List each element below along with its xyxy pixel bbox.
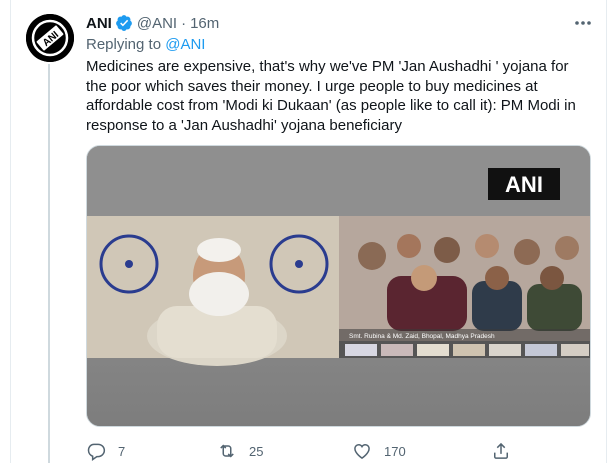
replying-to-line: Replying to @ANI bbox=[86, 36, 205, 53]
tweet-text: Medicines are expensive, that's why we'v… bbox=[86, 58, 576, 134]
reply-icon bbox=[86, 441, 106, 461]
verified-badge-icon bbox=[115, 14, 133, 32]
avatar[interactable]: ANI bbox=[26, 14, 74, 62]
retweet-button[interactable]: 25 bbox=[217, 440, 263, 462]
tweet-header: ANI @ANI · 16m bbox=[86, 13, 219, 33]
replying-to-label: Replying to bbox=[86, 36, 162, 53]
retweet-icon bbox=[217, 441, 237, 461]
tweet-actions: 7 25 170 bbox=[86, 440, 516, 462]
header-separator: · bbox=[181, 14, 187, 32]
timeline-border-right bbox=[606, 0, 607, 463]
author-handle[interactable]: @ANI bbox=[137, 15, 177, 32]
reply-count: 7 bbox=[118, 443, 126, 459]
replying-to-mention[interactable]: @ANI bbox=[165, 36, 205, 53]
reply-button[interactable]: 7 bbox=[86, 440, 125, 462]
retweet-count: 25 bbox=[249, 443, 264, 459]
tweet-timestamp[interactable]: 16m bbox=[190, 15, 219, 32]
ani-logo-icon: ANI bbox=[26, 14, 74, 62]
thread-connector-line bbox=[48, 64, 50, 463]
right-video-panel: Smt. Rubina & Md. Zaid, Bhopal, Madhya P… bbox=[339, 216, 590, 358]
author-name[interactable]: ANI bbox=[86, 15, 112, 32]
video-caption: Smt. Rubina & Md. Zaid, Bhopal, Madhya P… bbox=[349, 333, 495, 340]
left-video-panel bbox=[87, 216, 339, 366]
heart-icon bbox=[352, 441, 372, 461]
like-count: 170 bbox=[384, 443, 406, 459]
share-button[interactable] bbox=[491, 440, 511, 462]
more-dots-icon[interactable] bbox=[573, 14, 593, 32]
tweet-media-image[interactable]: Smt. Rubina & Md. Zaid, Bhopal, Madhya P… bbox=[86, 145, 591, 427]
media-watermark: ANI bbox=[505, 172, 543, 197]
like-button[interactable]: 170 bbox=[352, 440, 406, 462]
share-icon bbox=[491, 441, 511, 461]
timeline-border-left bbox=[10, 0, 11, 463]
